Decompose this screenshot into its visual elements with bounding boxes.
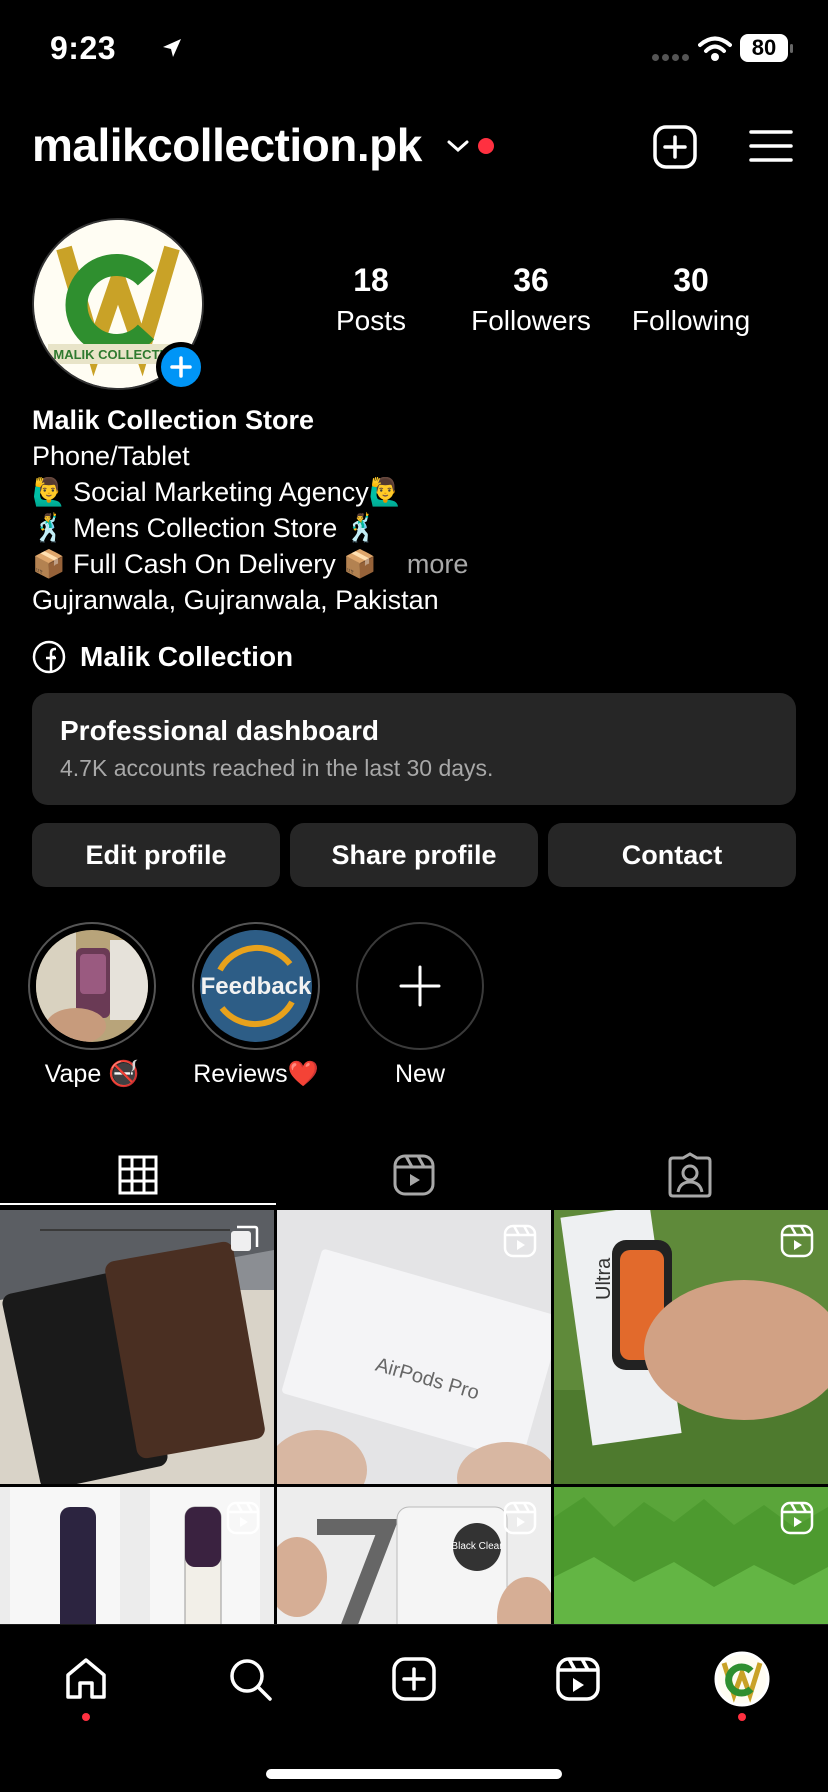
reels-icon (780, 1501, 814, 1535)
stat-posts[interactable]: 18 Posts (296, 262, 446, 337)
highlight-cover-text: Feedback (201, 973, 312, 1000)
reels-nav-icon (556, 1657, 600, 1701)
post-tile[interactable] (554, 1487, 828, 1624)
location-arrow-icon (163, 39, 181, 57)
grid-icon (118, 1155, 158, 1195)
stat-followers[interactable]: 36 Followers (456, 262, 606, 337)
battery-indicator: 80 (740, 34, 793, 62)
nav-reels[interactable] (548, 1649, 608, 1709)
carousel-icon (231, 1225, 259, 1251)
reels-icon (780, 1224, 814, 1258)
profile-username[interactable]: malikcollection.pk (32, 118, 422, 172)
create-icon[interactable] (652, 124, 698, 170)
add-story-button[interactable] (156, 342, 206, 392)
wifi-icon (698, 36, 732, 61)
bio-line-2: 🕺 Mens Collection Store 🕺 (32, 513, 379, 543)
reels-icon (393, 1154, 435, 1196)
status-bar: 9:23 80 (0, 0, 828, 100)
nav-search[interactable] (220, 1649, 280, 1709)
edit-profile-button[interactable]: Edit profile (32, 823, 280, 887)
highlight-label: Vape 🚭 (44, 1060, 140, 1088)
new-post-icon (392, 1657, 436, 1701)
tagged-icon (668, 1152, 712, 1198)
stat-following[interactable]: 30 Following (616, 262, 766, 337)
highlight-label: New (394, 1060, 445, 1088)
tab-tagged[interactable] (552, 1140, 828, 1210)
dashboard-subtitle: 4.7K accounts reached in the last 30 day… (60, 755, 494, 781)
post-tile[interactable]: Ultra (554, 1210, 828, 1484)
tab-grid[interactable] (0, 1140, 276, 1210)
post-tile[interactable]: Black Clear (277, 1487, 551, 1624)
highlight-reviews[interactable]: Feedback Reviews❤️ (191, 922, 321, 1089)
tab-reels[interactable] (276, 1140, 552, 1210)
home-icon (66, 1658, 106, 1699)
facebook-link[interactable]: Malik Collection (32, 640, 293, 674)
highlight-label: Reviews❤️ (193, 1060, 319, 1088)
search-icon (230, 1659, 272, 1701)
professional-dashboard[interactable]: Professional dashboard 4.7K accounts rea… (32, 693, 796, 805)
highlight-cover: Feedback (200, 930, 312, 1042)
notification-dot (478, 138, 494, 154)
bio-line-3: 📦 Full Cash On Delivery 📦 (32, 549, 377, 579)
bio-line-1: 🙋‍♂️ Social Marketing Agency🙋‍♂️ (32, 477, 403, 507)
nav-home[interactable] (56, 1649, 116, 1709)
nav-create[interactable] (384, 1649, 444, 1709)
menu-icon[interactable] (748, 128, 794, 164)
contact-button[interactable]: Contact (548, 823, 796, 887)
reels-icon (226, 1501, 260, 1535)
chevron-down-icon[interactable] (446, 138, 470, 154)
profile-bio: Malik Collection Store Phone/Tablet 🙋‍♂️… (32, 402, 792, 618)
bio-more-link[interactable]: more (407, 549, 469, 579)
reels-icon (503, 1501, 537, 1535)
add-story-icon (170, 356, 192, 378)
profile-category: Phone/Tablet (32, 441, 190, 471)
facebook-link-label: Malik Collection (80, 641, 294, 672)
profile-avatar-icon (714, 1651, 770, 1707)
bottom-navigation (0, 1624, 828, 1792)
post-tile[interactable]: AirPods Pro (277, 1210, 551, 1484)
share-profile-button[interactable]: Share profile (290, 823, 538, 887)
profile-name: Malik Collection Store (32, 405, 315, 435)
plus-icon (399, 965, 441, 1007)
status-time: 9:23 (50, 30, 117, 66)
post-tile[interactable] (0, 1210, 274, 1484)
home-indicator (266, 1769, 562, 1779)
reels-icon (503, 1224, 537, 1258)
dashboard-title: Professional dashboard (60, 715, 379, 746)
highlight-new[interactable]: New (355, 922, 485, 1089)
nav-profile[interactable] (712, 1649, 772, 1709)
home-notification-dot (82, 1713, 90, 1721)
highlight-cover (36, 930, 148, 1042)
post-tile[interactable] (0, 1487, 274, 1624)
facebook-icon (32, 640, 66, 674)
profile-notification-dot (738, 1713, 746, 1721)
cellular-signal-icon (652, 54, 689, 61)
profile-location[interactable]: Gujranwala, Gujranwala, Pakistan (32, 582, 792, 618)
highlight-vape[interactable]: Vape 🚭 (27, 922, 157, 1089)
post-image-text: Ultra (593, 1257, 615, 1300)
tab-active-indicator (0, 1203, 276, 1205)
post-image-text: Black Clear (451, 1541, 503, 1552)
